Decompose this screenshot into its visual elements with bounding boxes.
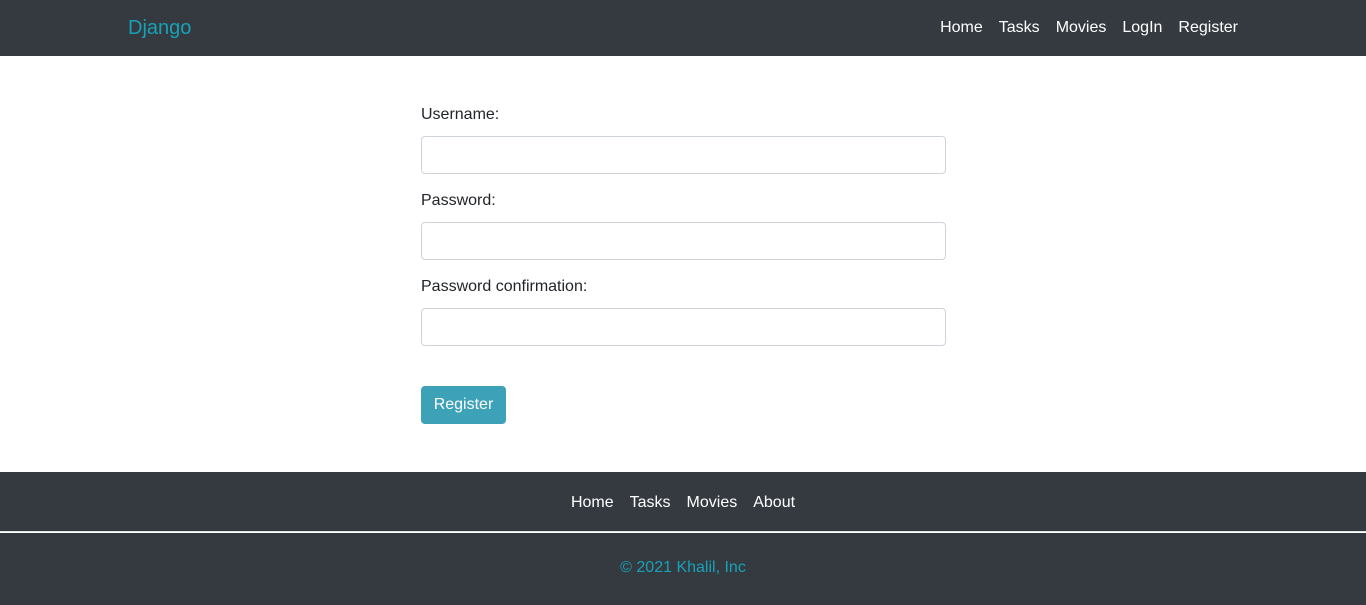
nav-link-home[interactable]: Home [940,16,983,40]
nav-link-login[interactable]: LogIn [1122,16,1162,40]
username-input[interactable] [421,136,946,174]
username-label: Username: [421,106,500,123]
footer-links: Home Tasks Movies About [0,491,1366,515]
top-navbar: Django Home Tasks Movies LogIn Register [0,0,1366,56]
footer-link-tasks[interactable]: Tasks [630,491,671,515]
nav-link-register[interactable]: Register [1178,16,1238,40]
username-field-group: Username: [421,104,946,190]
password-confirm-label: Password confirmation: [421,278,588,295]
password-confirm-input[interactable] [421,308,946,346]
footer-copyright-bar: © 2021 Khalil, Inc [0,533,1366,605]
footer-link-about[interactable]: About [753,491,795,515]
password-label: Password: [421,192,496,209]
password-field-group: Password: [421,190,946,276]
nav-links: Home Tasks Movies LogIn Register [940,16,1238,40]
brand-link[interactable]: Django [128,16,191,40]
copyright-text: © 2021 Khalil, Inc [620,559,746,576]
nav-link-movies[interactable]: Movies [1056,16,1107,40]
password-confirm-field-group: Password confirmation: [421,276,946,362]
nav-link-tasks[interactable]: Tasks [999,16,1040,40]
register-button[interactable]: Register [421,386,506,424]
register-form: Username: Password: Password confirmatio… [421,104,946,424]
footer-link-movies[interactable]: Movies [687,491,738,515]
footer-link-home[interactable]: Home [571,491,614,515]
password-input[interactable] [421,222,946,260]
footer-nav: Home Tasks Movies About [0,472,1366,532]
